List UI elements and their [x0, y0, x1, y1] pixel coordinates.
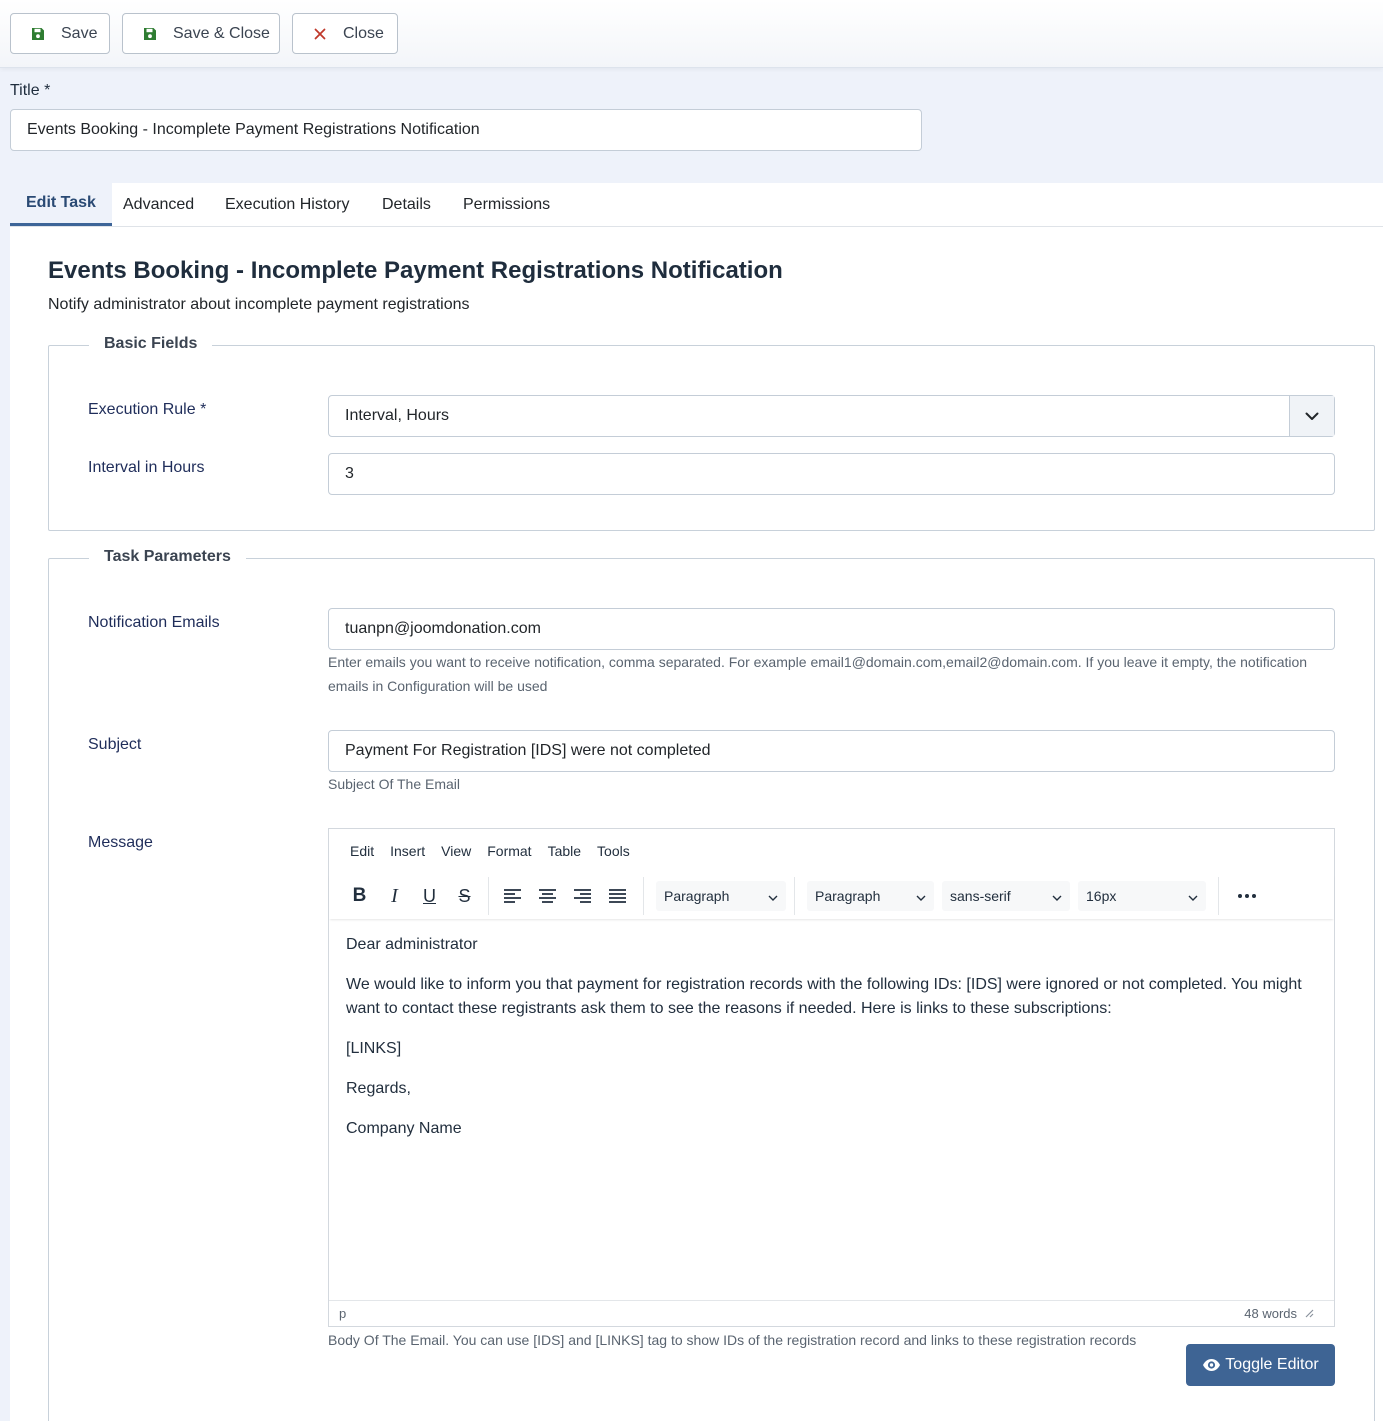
save-button[interactable]: Save [10, 13, 110, 54]
align-right-icon[interactable] [565, 879, 600, 913]
eye-icon [1202, 1358, 1221, 1372]
basic-fields-fieldset: Basic Fields [48, 335, 1375, 531]
strikethrough-icon[interactable]: S [447, 879, 482, 913]
task-description: Notify administrator about incomplete pa… [48, 296, 470, 313]
execution-rule-label: Execution Rule * [88, 401, 207, 418]
toggle-editor-button[interactable]: Toggle Editor [1186, 1344, 1335, 1386]
editor-paragraph: Dear administrator [346, 936, 478, 953]
floppy-disk-icon [30, 26, 46, 42]
resize-handle-icon[interactable] [1305, 1309, 1314, 1318]
bold-icon[interactable]: B [342, 879, 377, 913]
toolbar-separator [1218, 877, 1219, 915]
interval-hours-input[interactable]: 3 [328, 453, 1335, 495]
editor-menu-insert[interactable]: Insert [382, 843, 433, 859]
execution-rule-select[interactable]: Interval, Hours [328, 395, 1335, 437]
toolbar-separator [643, 877, 644, 915]
tab-bar: Edit Task Advanced Execution History Det… [10, 183, 1383, 227]
subject-hint: Subject Of The Email [328, 776, 461, 792]
save-button-label: Save [61, 24, 98, 42]
interval-hours-label: Interval in Hours [88, 459, 205, 476]
chevron-down-icon [1188, 888, 1198, 904]
editor-menu-table[interactable]: Table [540, 843, 589, 859]
toolbar: Save Save & Close Close [0, 0, 1383, 68]
editor-paragraph: Company Name [346, 1120, 462, 1137]
toggle-editor-label: Toggle Editor [1225, 1356, 1319, 1373]
task-parameters-legend: Task Parameters [89, 548, 246, 566]
tab-details[interactable]: Details [366, 183, 447, 226]
editor-content-area[interactable]: Dear administrator We would like to info… [346, 933, 1321, 1157]
editor-paragraph: Regards, [346, 1080, 411, 1097]
close-button-label: Close [343, 24, 384, 42]
editor-menubar: Edit Insert View Format Table Tools [329, 829, 1334, 873]
font-family-value: sans-serif [950, 888, 1011, 904]
style-format-dropdown[interactable]: Paragraph [807, 881, 934, 911]
font-size-dropdown[interactable]: 16px [1078, 881, 1206, 911]
execution-rule-value: Interval, Hours [345, 407, 450, 424]
style-format-value: Paragraph [815, 888, 881, 904]
subject-input[interactable]: Payment For Registration [IDS] were not … [328, 730, 1335, 772]
save-and-close-button-label: Save & Close [173, 24, 270, 42]
chevron-down-icon [1052, 888, 1062, 904]
close-icon [312, 26, 328, 42]
title-input[interactable]: Events Booking - Incomplete Payment Regi… [10, 109, 922, 151]
edit-task-panel: Events Booking - Incomplete Payment Regi… [10, 227, 1383, 1421]
floppy-disk-icon [142, 26, 158, 42]
notification-emails-hint: Enter emails you want to receive notific… [328, 654, 1308, 694]
chevron-down-icon [768, 888, 778, 904]
task-heading: Events Booking - Incomplete Payment Regi… [48, 257, 783, 284]
align-left-icon[interactable] [495, 879, 530, 913]
toolbar-separator [488, 877, 489, 915]
editor-menu-edit[interactable]: Edit [342, 843, 382, 859]
title-label: Title * [10, 82, 51, 99]
chevron-down-icon[interactable] [1289, 396, 1334, 436]
close-button[interactable]: Close [292, 13, 398, 54]
save-and-close-button[interactable]: Save & Close [122, 13, 280, 54]
tab-execution-history[interactable]: Execution History [209, 183, 366, 226]
editor-menu-format[interactable]: Format [479, 843, 539, 859]
message-hint: Body Of The Email. You can use [IDS] and… [328, 1332, 1137, 1348]
message-editor: Edit Insert View Format Table Tools B I … [328, 828, 1335, 1327]
editor-menu-view[interactable]: View [433, 843, 479, 859]
italic-icon[interactable]: I [377, 879, 412, 913]
block-format-value: Paragraph [664, 888, 730, 904]
underline-icon[interactable]: U [412, 879, 447, 913]
align-center-icon[interactable] [530, 879, 565, 913]
editor-menu-tools[interactable]: Tools [589, 843, 638, 859]
editor-statusbar: p 48 words [329, 1300, 1334, 1326]
editor-paragraph: [LINKS] [346, 1040, 402, 1057]
editor-paragraph: We would like to inform you that payment… [346, 976, 1302, 1017]
align-justify-icon[interactable] [600, 879, 635, 913]
tab-permissions[interactable]: Permissions [447, 183, 566, 226]
tab-edit-task[interactable]: Edit Task [10, 183, 112, 226]
message-label: Message [88, 834, 153, 851]
font-family-dropdown[interactable]: sans-serif [942, 881, 1070, 911]
element-path[interactable]: p [339, 1306, 346, 1321]
toolbar-separator [794, 877, 795, 915]
basic-fields-legend: Basic Fields [89, 335, 213, 353]
notification-emails-input[interactable]: tuanpn@joomdonation.com [328, 608, 1335, 650]
tab-advanced[interactable]: Advanced [107, 183, 210, 226]
editor-toolbar: B I U S Paragraph Paragraph sans-serif 1… [329, 873, 1334, 919]
block-format-dropdown[interactable]: Paragraph [656, 881, 786, 911]
subject-label: Subject [88, 736, 142, 753]
word-count: 48 words [1244, 1306, 1297, 1321]
more-options-icon[interactable] [1229, 879, 1264, 913]
notification-emails-label: Notification Emails [88, 614, 220, 631]
font-size-value: 16px [1086, 888, 1117, 904]
chevron-down-icon [916, 888, 926, 904]
